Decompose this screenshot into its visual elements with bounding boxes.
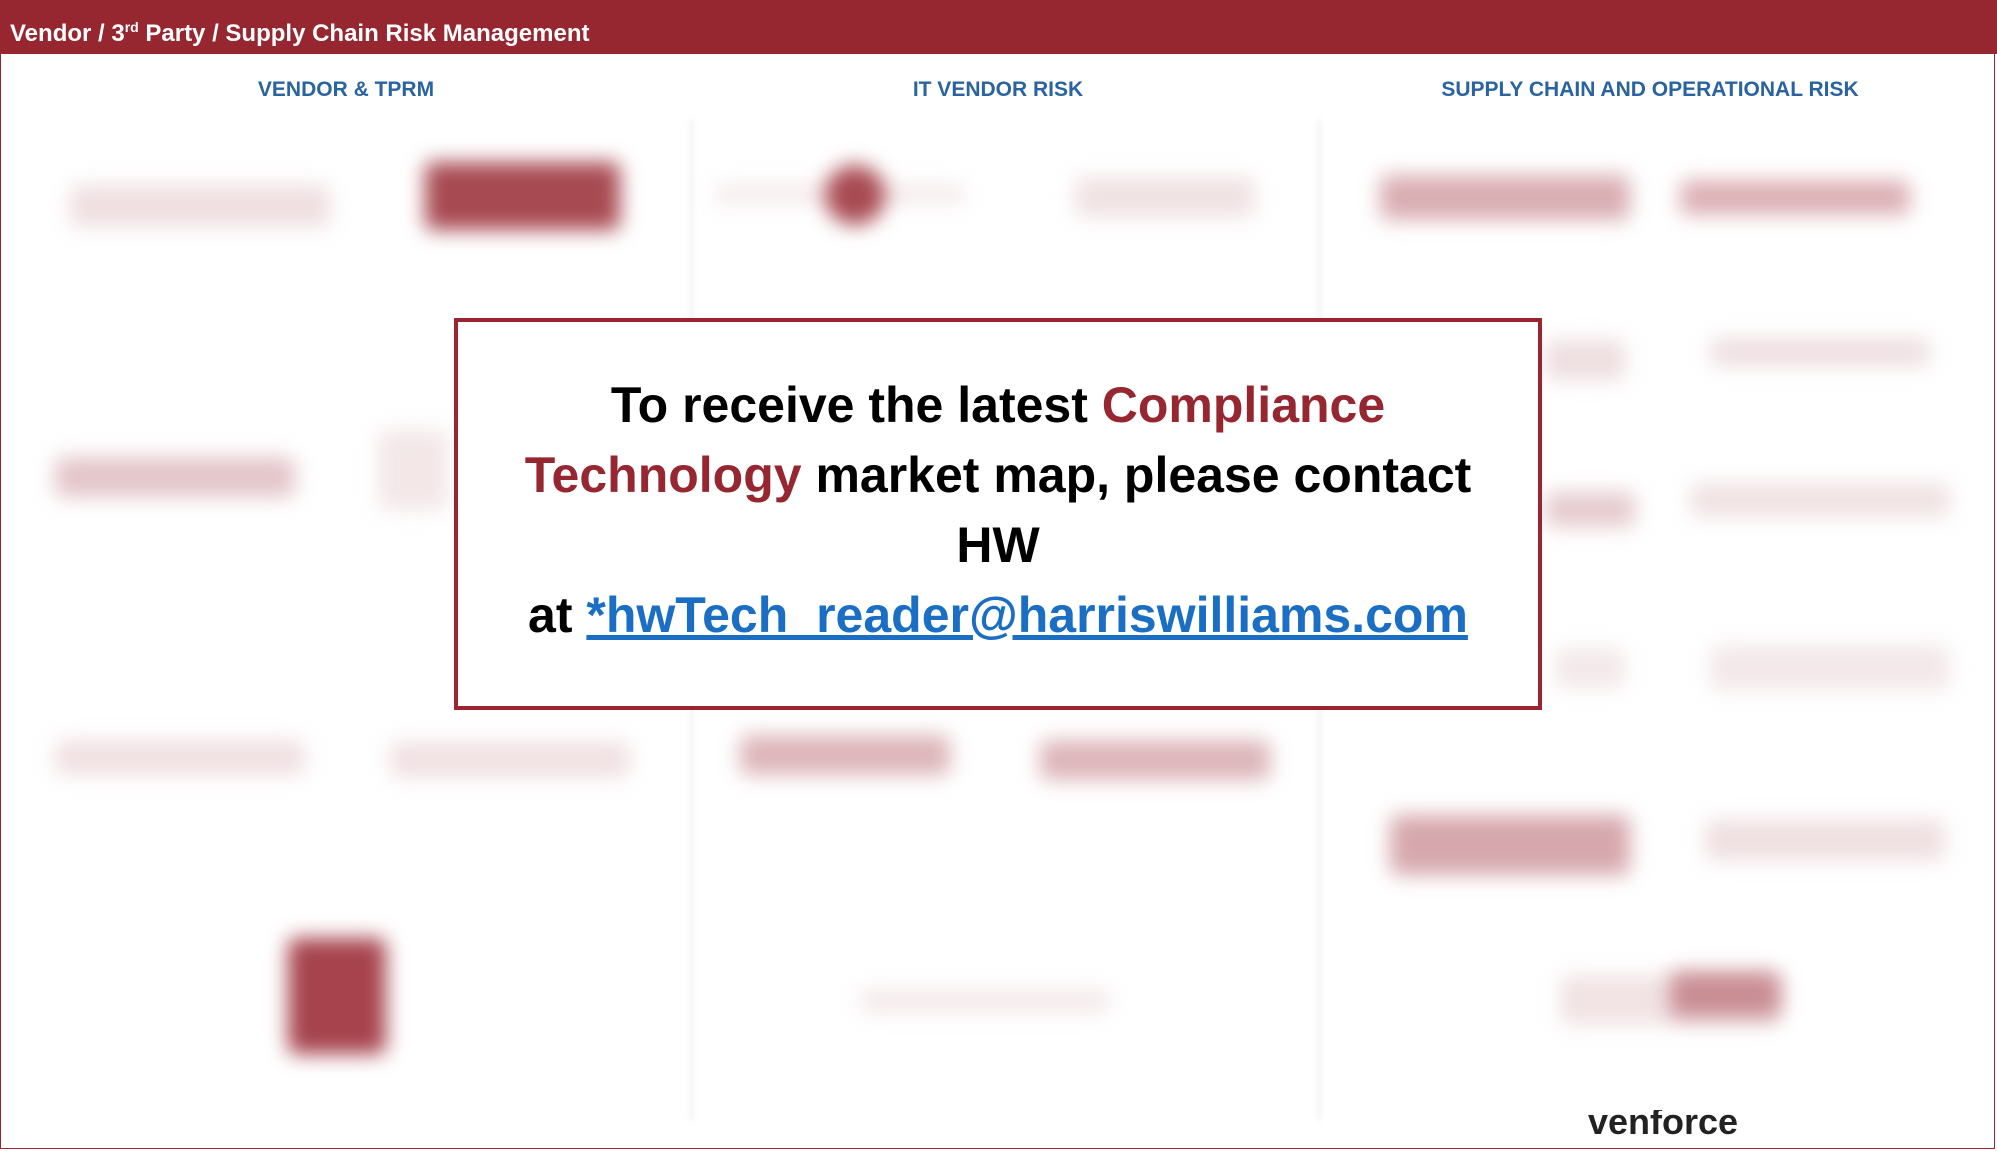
blurred-vendor-logo xyxy=(1710,338,1930,366)
blurred-vendor-logo xyxy=(425,162,620,230)
blurred-vendor-logo xyxy=(288,938,386,1054)
overlay-line-3: HW xyxy=(956,517,1040,573)
header-title-suffix: Party / Supply Chain Risk Management xyxy=(138,20,590,47)
blurred-vendor-logo xyxy=(740,735,950,775)
blurred-vendor-logo xyxy=(1075,177,1255,217)
blurred-vendor-logo xyxy=(1380,175,1630,220)
overlay-text: at xyxy=(528,587,587,643)
overlay-text: To receive the latest xyxy=(610,377,1102,433)
blurred-vendor-logo xyxy=(1040,740,1270,780)
column-title-supply-chain: SUPPLY CHAIN AND OPERATIONAL RISK xyxy=(1441,78,1859,101)
contact-email-link[interactable]: *hwTech_reader@harriswilliams.com xyxy=(586,587,1468,643)
blurred-vendor-logo xyxy=(390,742,630,777)
blurred-vendor-logo xyxy=(55,457,295,497)
partial-vendor-logo: venforce xyxy=(1588,1110,1738,1151)
column-title-vendor-tprm: VENDOR & TPRM xyxy=(257,78,435,101)
header-title-prefix: Vendor / 3 xyxy=(10,20,125,47)
blurred-vendor-logo xyxy=(1680,180,1910,215)
blurred-vendor-logo xyxy=(860,990,1110,1012)
contact-overlay-box: To receive the latest Compliance Technol… xyxy=(454,318,1542,710)
partial-vendor-logo-text: venforce xyxy=(1588,1110,1738,1142)
blurred-vendor-logo xyxy=(1670,972,1780,1017)
blurred-vendor-logo xyxy=(1555,648,1625,688)
blurred-vendor-logo xyxy=(378,430,448,510)
overlay-line-1: To receive the latest Compliance xyxy=(458,370,1538,440)
overlay-line-2: Technology market map, please contact xyxy=(458,440,1538,510)
blurred-vendor-logo xyxy=(1545,340,1625,380)
overlay-line-4: at *hwTech_reader@harriswilliams.com xyxy=(458,580,1538,650)
column-title-it-vendor-risk: IT VENDOR RISK xyxy=(912,78,1084,101)
blurred-vendor-logo xyxy=(825,165,885,225)
blurred-vendor-logo xyxy=(55,740,305,775)
overlay-text: market map, please contact xyxy=(801,447,1472,503)
blurred-vendor-logo xyxy=(70,185,330,227)
header-title-sup: rd xyxy=(124,19,139,35)
blurred-vendor-logo xyxy=(1390,815,1630,875)
overlay-accent-text: Technology xyxy=(524,447,802,503)
blurred-vendor-logo xyxy=(1705,820,1945,860)
overlay-accent-text: Compliance xyxy=(1101,377,1386,433)
blurred-vendor-logo xyxy=(1710,645,1950,690)
page-header: Vendor / 3rd Party / Supply Chain Risk M… xyxy=(0,0,1997,54)
blurred-vendor-logo xyxy=(1690,483,1950,517)
blurred-vendor-logo xyxy=(1545,492,1635,527)
